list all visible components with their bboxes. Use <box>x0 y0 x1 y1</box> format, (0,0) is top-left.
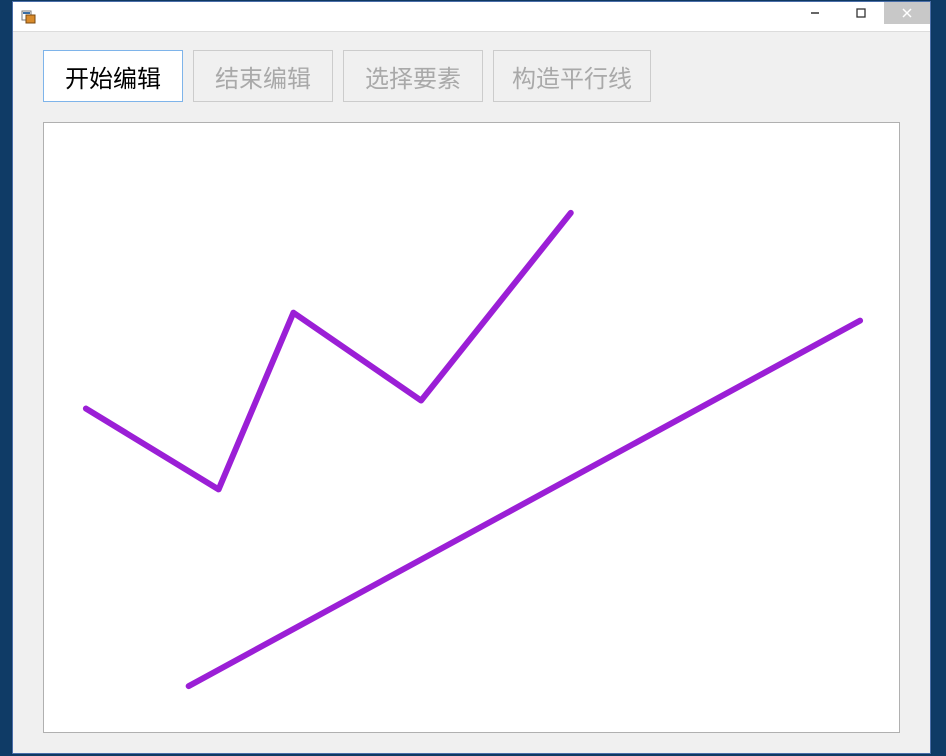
drawing-svg <box>44 123 899 732</box>
start-edit-button[interactable]: 开始编辑 <box>43 50 183 102</box>
titlebar[interactable] <box>13 2 930 32</box>
app-window: 开始编辑 结束编辑 选择要素 构造平行线 <box>12 1 931 754</box>
end-edit-button[interactable]: 结束编辑 <box>193 50 333 102</box>
select-element-button[interactable]: 选择要素 <box>343 50 483 102</box>
window-controls <box>792 2 930 31</box>
maximize-button[interactable] <box>838 2 884 24</box>
polyline-1 <box>86 213 571 490</box>
close-button[interactable] <box>884 2 930 24</box>
minimize-button[interactable] <box>792 2 838 24</box>
construct-parallel-button[interactable]: 构造平行线 <box>493 50 651 102</box>
toolbar: 开始编辑 结束编辑 选择要素 构造平行线 <box>13 32 930 110</box>
client-area: 开始编辑 结束编辑 选择要素 构造平行线 <box>13 32 930 753</box>
drawing-canvas[interactable] <box>43 122 900 733</box>
polyline-2 <box>189 321 860 686</box>
app-icon <box>21 9 37 25</box>
